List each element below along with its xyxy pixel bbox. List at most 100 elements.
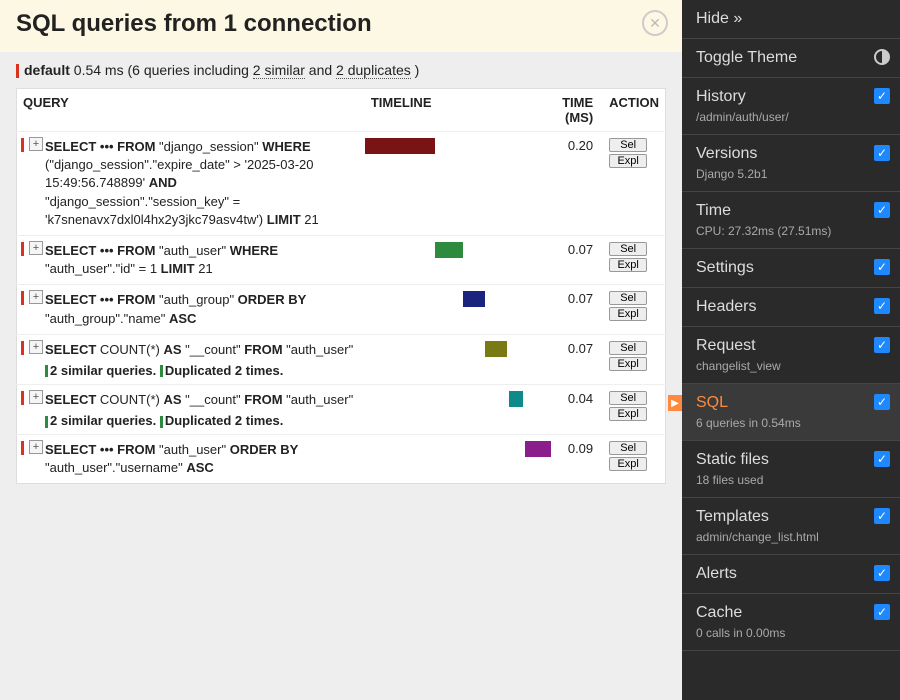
similar-text: 2 similar queries. — [50, 413, 160, 428]
toolbar-item-title: Time — [696, 202, 886, 220]
toolbar-item-headers[interactable]: Headers✓ — [682, 288, 900, 327]
action-cell: Sel Expl — [603, 132, 665, 236]
sql-text: "django_session" — [155, 139, 262, 154]
expl-button[interactable]: Expl — [609, 154, 647, 168]
query-sql: SELECT ••• FROM "auth_group" ORDER BY "a… — [45, 291, 359, 327]
sql-text: "auth_user" — [155, 243, 229, 258]
toolbar-item-toggle-theme[interactable]: Toggle Theme — [682, 39, 900, 78]
toolbar-item-subtitle: CPU: 27.32ms (27.51ms) — [696, 224, 886, 238]
sel-button[interactable]: Sel — [609, 441, 647, 455]
timeline-cell — [365, 285, 553, 334]
query-cell: +SELECT COUNT(*) AS "__count" FROM "auth… — [17, 334, 365, 384]
toolbar-item-alerts[interactable]: Alerts✓ — [682, 555, 900, 594]
expl-button[interactable]: Expl — [609, 258, 647, 272]
active-arrow-icon: ▶ — [668, 395, 682, 411]
toolbar-checkbox[interactable]: ✓ — [874, 259, 890, 275]
sql-text: "auth_user" — [283, 392, 354, 407]
expand-button[interactable]: + — [29, 290, 43, 304]
sel-button[interactable]: Sel — [609, 341, 647, 355]
toolbar-item-settings[interactable]: Settings✓ — [682, 249, 900, 288]
toolbar-item-versions[interactable]: VersionsDjango 5.2b1✓ — [682, 135, 900, 192]
expl-button[interactable]: Expl — [609, 357, 647, 371]
sel-button[interactable]: Sel — [609, 291, 647, 305]
similar-link[interactable]: 2 similar — [253, 62, 305, 79]
expl-button[interactable]: Expl — [609, 457, 647, 471]
debug-toolbar: Hide »Toggle ThemeHistory/admin/auth/use… — [682, 0, 900, 700]
expand-button[interactable]: + — [29, 241, 43, 255]
sel-button[interactable]: Sel — [609, 391, 647, 405]
query-sql: SELECT ••• FROM "django_session" WHERE (… — [45, 138, 359, 229]
sql-keyword: FROM — [244, 392, 282, 407]
sql-text: "auth_user"."username" — [45, 460, 186, 475]
timeline-bar — [435, 242, 463, 258]
panel-title: SQL queries from 1 connection — [16, 10, 666, 38]
toolbar-item-request[interactable]: Requestchangelist_view✓ — [682, 327, 900, 384]
col-timeline: TIMELINE — [365, 89, 553, 132]
action-cell: Sel Expl — [603, 435, 665, 484]
timeline-bar — [365, 138, 435, 154]
query-cell: +SELECT ••• FROM "django_session" WHERE … — [17, 132, 365, 236]
timeline-cell — [365, 384, 553, 434]
sql-keyword: LIMIT — [267, 212, 301, 227]
toolbar-checkbox[interactable]: ✓ — [874, 451, 890, 467]
toolbar-checkbox[interactable]: ✓ — [874, 508, 890, 524]
query-time: 0.20 — [553, 132, 603, 236]
timeline-bar — [509, 391, 523, 407]
expand-button[interactable]: + — [29, 137, 43, 151]
toolbar-item-title: Templates — [696, 508, 886, 526]
col-action: ACTION — [603, 89, 665, 132]
query-time: 0.09 — [553, 435, 603, 484]
timeline-bar — [525, 441, 551, 457]
sel-button[interactable]: Sel — [609, 242, 647, 256]
col-time: TIME (MS) — [553, 89, 603, 132]
query-time: 0.07 — [553, 334, 603, 384]
query-cell: +SELECT ••• FROM "auth_user" ORDER BY "a… — [17, 435, 365, 484]
timeline-cell — [365, 435, 553, 484]
toolbar-item-hide[interactable]: Hide » — [682, 0, 900, 39]
toolbar-item-subtitle: 18 files used — [696, 473, 886, 487]
query-sql: SELECT ••• FROM "auth_user" ORDER BY "au… — [45, 441, 359, 477]
sql-keyword: SELECT ••• FROM — [45, 139, 155, 154]
toolbar-item-static-files[interactable]: Static files18 files used✓ — [682, 441, 900, 498]
toolbar-item-title: Headers — [696, 298, 886, 316]
sql-text: "auth_group" — [155, 292, 237, 307]
sql-text: "auth_user" — [283, 342, 354, 357]
expl-button[interactable]: Expl — [609, 407, 647, 421]
toolbar-checkbox[interactable]: ✓ — [874, 337, 890, 353]
duplicates-link[interactable]: 2 duplicates — [336, 62, 411, 79]
action-cell: Sel Expl — [603, 384, 665, 434]
expl-button[interactable]: Expl — [609, 307, 647, 321]
toolbar-item-sql[interactable]: ▶SQL6 queries in 0.54ms✓ — [682, 384, 900, 441]
toolbar-checkbox[interactable]: ✓ — [874, 88, 890, 104]
toolbar-item-templates[interactable]: Templatesadmin/change_list.html✓ — [682, 498, 900, 555]
sel-button[interactable]: Sel — [609, 138, 647, 152]
toolbar-checkbox[interactable]: ✓ — [874, 202, 890, 218]
close-icon: ✕ — [649, 15, 661, 32]
sql-text: "__count" — [182, 342, 245, 357]
query-cell: +SELECT ••• FROM "auth_group" ORDER BY "… — [17, 285, 365, 334]
toolbar-item-title: Settings — [696, 259, 886, 277]
toolbar-checkbox[interactable]: ✓ — [874, 394, 890, 410]
connection-color-bar — [16, 64, 19, 78]
sql-keyword: SELECT ••• FROM — [45, 292, 155, 307]
close-button[interactable]: ✕ — [642, 10, 668, 36]
toolbar-checkbox[interactable]: ✓ — [874, 145, 890, 161]
similar-bar-icon — [45, 416, 48, 428]
query-sql: SELECT COUNT(*) AS "__count" FROM "auth_… — [45, 391, 359, 409]
toolbar-checkbox[interactable]: ✓ — [874, 298, 890, 314]
query-color-bar — [21, 441, 24, 455]
connection-summary: default 0.54 ms (6 queries including 2 s… — [0, 52, 682, 88]
expand-button[interactable]: + — [29, 440, 43, 454]
sql-keyword: AS — [163, 392, 181, 407]
toolbar-item-cache[interactable]: Cache0 calls in 0.00ms✓ — [682, 594, 900, 651]
toolbar-checkbox[interactable]: ✓ — [874, 565, 890, 581]
expand-button[interactable]: + — [29, 390, 43, 404]
expand-button[interactable]: + — [29, 340, 43, 354]
timeline-cell — [365, 334, 553, 384]
toolbar-item-subtitle: 6 queries in 0.54ms — [696, 416, 886, 430]
toolbar-item-time[interactable]: Time CPU: 27.32ms (27.51ms) ✓ — [682, 192, 900, 249]
toolbar-item-history[interactable]: History/admin/auth/user/✓ — [682, 78, 900, 135]
sql-text: "auth_user"."id" = 1 — [45, 261, 161, 276]
toolbar-checkbox[interactable]: ✓ — [874, 604, 890, 620]
toolbar-item-subtitle: 0 calls in 0.00ms — [696, 626, 886, 640]
